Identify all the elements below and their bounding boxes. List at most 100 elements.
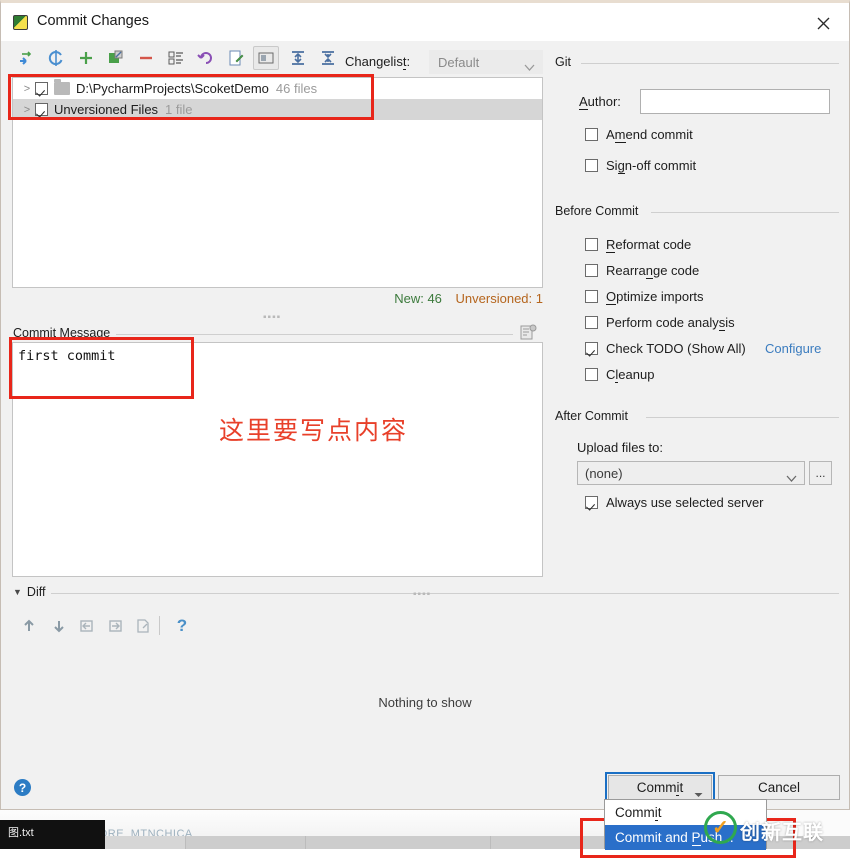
amend-commit-checkbox[interactable]: Amend commit: [585, 127, 693, 143]
add-changelist-icon[interactable]: [75, 47, 97, 69]
menu-item-commit-and-push[interactable]: Commit and Push...: [605, 825, 766, 850]
menu-item-commit[interactable]: Commit: [605, 800, 766, 825]
file-count-label: 46 files: [275, 81, 318, 96]
help-icon[interactable]: ?: [14, 779, 31, 796]
table-row[interactable]: > D:\PycharmProjects\ScoketDemo 46 files: [13, 78, 542, 99]
expand-arrow-icon[interactable]: >: [19, 104, 35, 116]
new-files-count: New: 46: [394, 291, 442, 306]
perform-code-analysis-label: Perform code analysis: [606, 315, 735, 331]
pycharm-icon: [13, 15, 28, 30]
chevron-down-icon: [786, 470, 797, 485]
refresh-icon[interactable]: [45, 47, 67, 69]
diff-title-label: Diff: [26, 585, 46, 599]
perform-code-analysis-checkbox[interactable]: Perform code analysis: [585, 315, 735, 331]
checkbox-box: [585, 316, 598, 329]
diff-splitter-handle[interactable]: ▪▪▪▪: [413, 589, 431, 600]
changelist-dropdown[interactable]: Default: [429, 50, 543, 74]
taskbar-slot[interactable]: [305, 836, 490, 849]
sign-off-commit-label: Sign-off commit: [606, 158, 697, 174]
rearrange-code-checkbox[interactable]: Rearrange code: [585, 263, 700, 279]
checkbox-box: [585, 496, 598, 509]
before-commit-divider: [651, 212, 839, 213]
checkbox-box: [585, 290, 598, 303]
check-todo-checkbox[interactable]: Check TODO (Show All): [585, 341, 746, 356]
group-by-icon[interactable]: [165, 47, 187, 69]
always-use-selected-server-label: Always use selected server: [606, 495, 764, 510]
next-difference-icon[interactable]: [48, 615, 70, 637]
amend-commit-label: Amend commit: [606, 127, 693, 143]
commit-message-label: Commit Message: [13, 326, 117, 340]
checkbox-box: [585, 128, 598, 141]
taskbar-slot[interactable]: [185, 836, 305, 849]
previous-difference-icon[interactable]: [18, 615, 40, 637]
after-commit-group-label: After Commit: [555, 409, 634, 423]
toolbar-separator: [159, 616, 160, 635]
changelist-label: Changelist:: [345, 54, 411, 70]
chevron-down-icon: ▼: [13, 587, 22, 597]
diff-empty-text: Nothing to show: [378, 695, 472, 710]
cleanup-checkbox[interactable]: Cleanup: [585, 367, 655, 383]
git-group-label: Git: [555, 55, 577, 69]
rearrange-code-label: Rearrange code: [606, 263, 700, 279]
dialog-title: Commit Changes: [37, 13, 150, 29]
checkbox-box: [585, 238, 598, 251]
delete-icon[interactable]: [135, 47, 157, 69]
git-group-divider: [581, 63, 839, 64]
show-diff-icon[interactable]: [15, 47, 37, 69]
chevron-down-icon: [524, 59, 535, 74]
diff-divider-right: [401, 593, 839, 594]
upload-files-label: Upload files to:: [577, 440, 663, 455]
reformat-code-label: Reformat code: [606, 237, 692, 253]
changed-files-tree[interactable]: > D:\PycharmProjects\ScoketDemo 46 files…: [12, 77, 543, 288]
cleanup-label: Cleanup: [606, 367, 655, 383]
unversioned-files-count: Unversioned: 1: [455, 291, 543, 306]
vertical-splitter-handle[interactable]: ▪▪▪▪: [263, 312, 281, 323]
changelist-path-label: D:\PycharmProjects\ScoketDemo: [76, 81, 269, 96]
configure-link[interactable]: Configure: [765, 341, 821, 356]
expand-all-icon[interactable]: [287, 47, 309, 69]
message-history-icon[interactable]: [519, 323, 537, 341]
row-checkbox[interactable]: [35, 103, 48, 116]
edit-source-diff-icon[interactable]: [132, 615, 154, 637]
edit-source-icon[interactable]: [225, 47, 247, 69]
changes-toolbar: [1, 41, 849, 75]
cancel-button[interactable]: Cancel: [718, 775, 840, 800]
commit-button-label: Commit: [636, 780, 684, 796]
reformat-code-checkbox[interactable]: Reformat code: [585, 237, 692, 253]
revert-icon[interactable]: [195, 47, 217, 69]
sign-off-commit-checkbox[interactable]: Sign-off commit: [585, 158, 697, 174]
after-commit-divider: [646, 417, 839, 418]
folder-icon: [54, 79, 70, 95]
commit-button[interactable]: Commit: [608, 775, 712, 800]
row-checkbox[interactable]: [35, 82, 48, 95]
upload-server-dropdown[interactable]: (none): [577, 461, 805, 485]
accept-right-icon[interactable]: [104, 615, 126, 637]
commit-message-input[interactable]: [12, 342, 543, 577]
changelist-value: Default: [438, 54, 480, 70]
browse-servers-button[interactable]: ...: [809, 461, 832, 485]
always-use-selected-server-checkbox[interactable]: Always use selected server: [585, 495, 764, 510]
optimize-imports-label: Optimize imports: [606, 289, 704, 305]
upload-server-value: (none): [585, 465, 623, 481]
diff-section-header[interactable]: ▼ Diff: [13, 585, 52, 599]
before-commit-group-label: Before Commit: [555, 204, 645, 218]
expand-arrow-icon[interactable]: >: [19, 83, 35, 95]
menu-item-commit-and-push-label: Commit and Push...: [615, 830, 734, 846]
collapse-all-icon[interactable]: [317, 47, 339, 69]
commit-changes-dialog: Commit Changes Changelist: Default > D:\…: [0, 0, 850, 810]
checkbox-box: [585, 368, 598, 381]
commit-dropdown-menu[interactable]: Commit Commit and Push...: [604, 799, 767, 850]
table-row[interactable]: > Unversioned Files 1 file: [13, 99, 542, 120]
close-icon[interactable]: [801, 7, 845, 39]
optimize-imports-checkbox[interactable]: Optimize imports: [585, 289, 704, 305]
checkbox-box: [585, 342, 598, 355]
file-count-label: 1 file: [165, 102, 193, 117]
author-field[interactable]: [640, 89, 830, 114]
author-label: Author:: [579, 94, 621, 110]
preview-diff-icon[interactable]: [255, 47, 277, 69]
dialog-titlebar: Commit Changes: [1, 3, 849, 41]
help-question-icon[interactable]: ?: [171, 615, 193, 637]
accept-left-icon[interactable]: [76, 615, 98, 637]
taskbar-item-label: 图.txt: [8, 827, 34, 839]
move-to-changelist-icon[interactable]: [105, 47, 127, 69]
